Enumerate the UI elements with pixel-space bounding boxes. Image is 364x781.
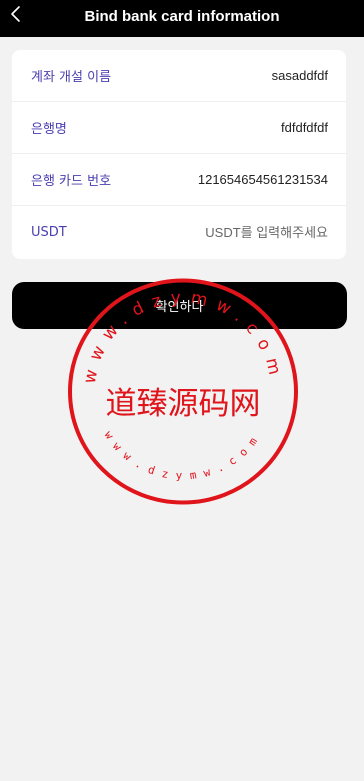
watermark-bottom-text: www.dzymw.com — [102, 429, 257, 483]
bind-bank-card-page: Bind bank card information 계좌 개설 이름 sasa… — [0, 0, 364, 781]
bank-name-row: 은행명 fdfdfdfdf — [12, 102, 346, 154]
card-number-label: 은행 카드 번호 — [31, 174, 112, 189]
account-name-row: 계좌 개설 이름 sasaddfdf — [12, 50, 346, 102]
card-number-value: 121654654561231534 — [197, 172, 328, 187]
account-name-label: 계좌 개설 이름 — [31, 70, 112, 85]
svg-text:www.dzymw.com: www.dzymw.com — [102, 429, 265, 483]
usdt-label: USDT — [31, 225, 67, 240]
watermark-center-text: 道臻源码网 — [106, 386, 261, 422]
page-title: Bind bank card information — [84, 8, 280, 25]
bank-info-form: 계좌 개설 이름 sasaddfdf 은행명 fdfdfdfdf 은행 카드 번… — [12, 50, 346, 259]
header-bar: Bind bank card information — [0, 0, 364, 37]
confirm-button[interactable]: 확인하다 — [12, 282, 347, 329]
account-name-value: sasaddfdf — [271, 68, 328, 83]
card-number-row: 은행 카드 번호 121654654561231534 — [12, 154, 346, 206]
bank-name-label: 은행명 — [31, 122, 67, 137]
usdt-input[interactable] — [158, 225, 328, 240]
usdt-row: USDT — [12, 206, 346, 259]
bank-name-value: fdfdfdfdf — [281, 120, 328, 135]
